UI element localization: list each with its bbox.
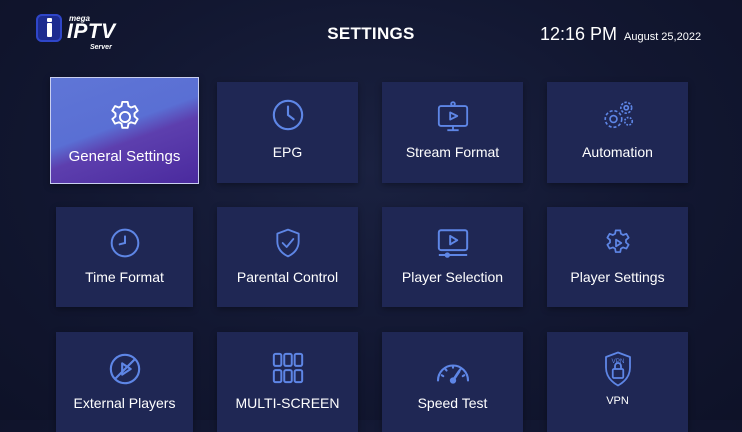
tile-parental-control[interactable]: Parental Control [217, 207, 358, 307]
clock-icon [109, 227, 141, 259]
gears-icon [600, 98, 636, 134]
tile-label: MULTI-SCREEN [235, 395, 340, 411]
player-screen-icon [436, 227, 470, 259]
tile-label: Player Settings [570, 269, 665, 285]
tile-speed-test[interactable]: Speed Test [382, 332, 523, 432]
vpn-icon-text: VPN [611, 358, 624, 365]
tile-time-format[interactable]: Time Format [56, 207, 193, 307]
shield-check-icon [272, 227, 304, 259]
tile-label: Parental Control [236, 269, 339, 285]
logo-suffix: Server [90, 44, 112, 51]
tile-label: External Players [73, 395, 176, 411]
tile-player-selection[interactable]: Player Selection [382, 207, 523, 307]
gear-play-icon [602, 227, 634, 259]
speedometer-icon [435, 356, 471, 384]
tile-vpn[interactable]: VPN VPN [547, 332, 688, 432]
tile-label: EPG [272, 144, 303, 160]
grid-icon [271, 351, 305, 385]
tile-label: Time Format [85, 269, 164, 285]
clock-date: August 25,2022 [624, 31, 702, 43]
tile-player-settings[interactable]: Player Settings [547, 207, 688, 307]
tile-epg[interactable]: EPG [217, 82, 358, 183]
clock-time: 12:16 PM [540, 24, 618, 44]
vpn-shield-icon: VPN [603, 351, 633, 387]
no-play-icon [108, 352, 142, 386]
clock-icon [271, 98, 305, 132]
tile-external-players[interactable]: External Players [56, 332, 193, 432]
monitor-play-icon [436, 100, 470, 132]
tile-label: VPN [606, 395, 629, 407]
tile-stream-format[interactable]: Stream Format [382, 82, 523, 183]
tile-label: Speed Test [417, 395, 488, 411]
tile-general-settings[interactable]: General Settings [50, 77, 199, 184]
tile-multi-screen[interactable]: MULTI-SCREEN [217, 332, 358, 432]
tile-automation[interactable]: Automation [547, 82, 688, 183]
gear-icon [106, 98, 144, 136]
tile-label: Automation [582, 144, 653, 160]
tile-label: Player Selection [401, 269, 504, 285]
tile-label: Stream Format [405, 144, 500, 160]
tile-label: General Settings [68, 148, 181, 165]
